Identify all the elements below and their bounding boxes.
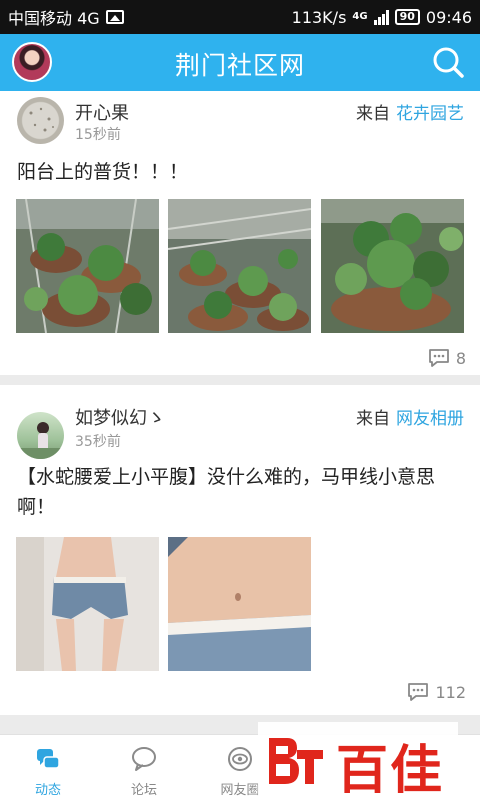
post-source: 来自 花卉园艺: [356, 99, 464, 124]
network-type-label: 4G: [352, 11, 368, 22]
comment-count[interactable]: 112: [407, 682, 466, 702]
clock: 09:46: [425, 7, 472, 27]
tab-forum[interactable]: 论坛: [96, 735, 192, 800]
post-card[interactable]: 如梦似幻ゝ 35秒前 来自 网友相册 【水蛇腰爱上小平腹】没什么难的，马甲线小意思…: [0, 385, 480, 715]
post-time: 15秒前: [75, 127, 121, 143]
tab-label: 动态: [34, 783, 61, 798]
app-screen: 中国移动 4G 113K/s 4G 90 09:46 荆门社区网 开心果 15秒…: [0, 0, 480, 800]
signal-icon: [373, 9, 389, 25]
image-notification-icon: [105, 10, 124, 24]
post-card[interactable]: 开心果 15秒前 来自 花卉园艺 阳台上的普货！！！ 8: [0, 91, 480, 375]
source-prefix: 来自: [356, 104, 390, 124]
post-photo[interactable]: [16, 537, 159, 671]
forum-bubble-icon: [132, 747, 156, 771]
circle-eye-icon: [228, 747, 252, 771]
source-link[interactable]: 网友相册: [396, 409, 464, 429]
author-avatar[interactable]: [17, 97, 64, 144]
post-photo[interactable]: [16, 199, 159, 333]
status-bar: 中国移动 4G 113K/s 4G 90 09:46: [0, 0, 480, 34]
author-name[interactable]: 开心果: [75, 99, 129, 125]
feed-icon: [37, 749, 60, 769]
post-source: 来自 网友相册: [356, 404, 464, 429]
post-time: 35秒前: [75, 434, 121, 450]
post-divider: [0, 375, 480, 385]
comment-count-value: 112: [435, 682, 466, 702]
feed-list[interactable]: 开心果 15秒前 来自 花卉园艺 阳台上的普货！！！ 8 如梦似幻ゝ 35秒前 …: [0, 91, 480, 734]
author-name[interactable]: 如梦似幻ゝ: [75, 404, 165, 430]
post-photo[interactable]: [321, 199, 464, 333]
comment-icon: [408, 683, 429, 701]
watermark-text: 百佳: [336, 741, 445, 800]
network-speed: 113K/s: [291, 7, 347, 27]
post-text[interactable]: 阳台上的普货！！！: [17, 157, 466, 187]
author-avatar[interactable]: [17, 412, 64, 459]
carrier-label: 中国移动 4G: [8, 9, 100, 28]
source-link[interactable]: 花卉园艺: [396, 104, 464, 124]
tab-label: 论坛: [130, 783, 157, 798]
source-prefix: 来自: [356, 409, 390, 429]
search-icon[interactable]: [430, 44, 466, 80]
page-title: 荆门社区网: [174, 51, 305, 80]
comment-icon: [428, 349, 449, 367]
app-header: 荆门社区网: [0, 34, 480, 91]
post-photo[interactable]: [168, 537, 311, 671]
battery-icon: 90: [394, 9, 420, 25]
tab-feed[interactable]: 动态: [0, 735, 96, 800]
comment-count-value: 8: [455, 348, 466, 368]
comment-count[interactable]: 8: [428, 348, 466, 368]
watermark-logo: 百佳: [258, 722, 458, 800]
post-photo[interactable]: [168, 199, 311, 333]
post-text[interactable]: 【水蛇腰爱上小平腹】没什么难的，马甲线小意思啊！: [17, 462, 466, 522]
